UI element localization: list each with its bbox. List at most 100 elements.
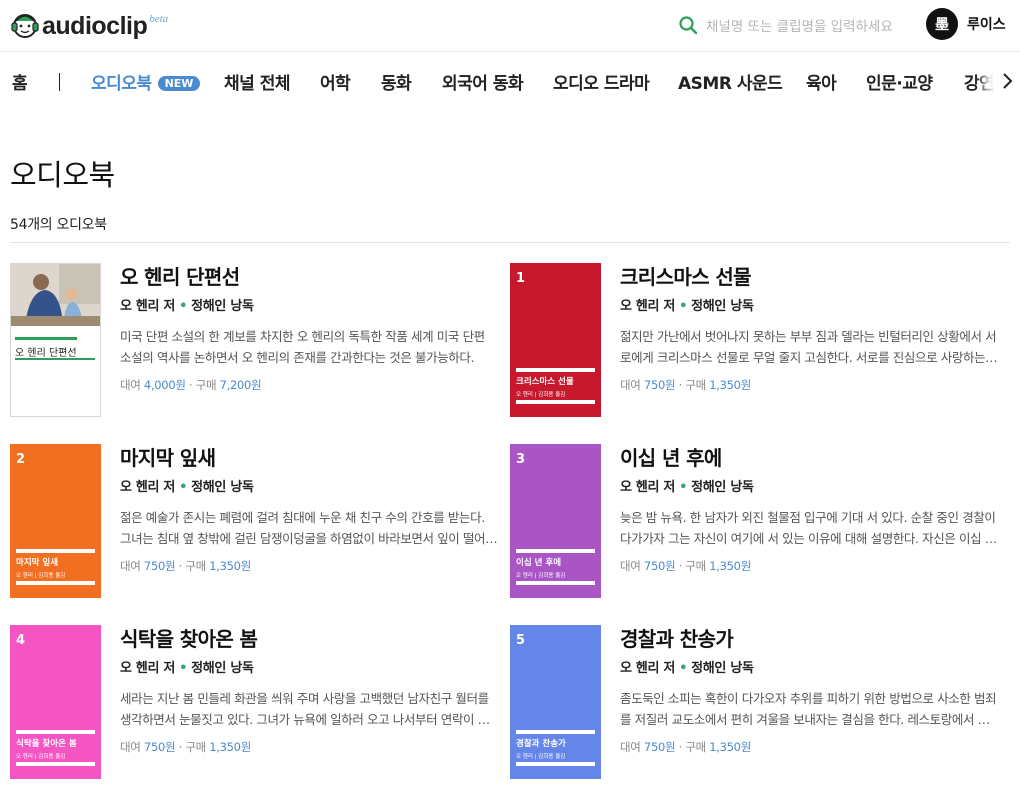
book-title[interactable]: 식탁을 찾아온 봄: [120, 625, 498, 653]
cover-bar: [516, 581, 595, 585]
rent-price: 750원: [643, 740, 676, 754]
buy-price: 1,350원: [209, 740, 251, 754]
buy-price: 1,350원: [709, 740, 751, 754]
cover-number: 2: [16, 452, 26, 467]
rent-price: 750원: [143, 559, 176, 573]
book-cover[interactable]: 1 크리스마스 선물 오 헨리 | 김희용 옮김: [510, 263, 601, 417]
cover-accent-bar: [15, 337, 77, 340]
separator-dot: •: [679, 480, 688, 495]
book-author: 오 헨리 저: [620, 299, 676, 314]
book-description: 세라는 지난 봄 민들레 화관을 씌워 주며 사랑을 고백했던 남자친구 월터를…: [120, 691, 489, 727]
nav-item-foreign-fairy-tale[interactable]: 외국어 동화: [442, 69, 524, 94]
book-credits: 오 헨리 저 • 정해인 낭독: [120, 476, 498, 495]
avatar[interactable]: 墨: [926, 8, 958, 40]
cover-accent-bar: [15, 358, 95, 360]
nav-item-language[interactable]: 어학: [320, 69, 351, 94]
audiobook-item[interactable]: 오 헨리 단편선 오 헨리 단편선 오 헨리 저 • 정해인 낭독 미국 단편 소설…: [10, 263, 500, 418]
book-description: 미국 단편 소설의 한 계보를 차지한 오 헨리의 독특한 작품 세계 미국 단…: [120, 329, 485, 365]
cover-number: 3: [516, 452, 526, 467]
cover-bar: [16, 581, 95, 585]
cover-bar: [516, 400, 595, 404]
logo[interactable]: audioclip beta: [10, 6, 168, 46]
book-author: 오 헨리 저: [120, 480, 176, 495]
book-cover[interactable]: 5 경찰과 찬송가 오 헨리 | 김희용 옮김: [510, 625, 601, 779]
cover-title: 이십 년 후에: [516, 558, 562, 568]
buy-label: 구매: [195, 378, 217, 392]
book-narrator: 정해인 낭독: [691, 661, 754, 676]
buy-label: 구매: [685, 378, 706, 392]
search-box[interactable]: 채널명 또는 클립명을 입력하세요: [678, 11, 908, 39]
logo-beta: beta: [149, 13, 169, 25]
book-price: 대여 750원 · 구매 1,350원: [120, 559, 251, 573]
book-narrator: 정해인 낭독: [691, 299, 754, 314]
book-title[interactable]: 경찰과 찬송가: [620, 625, 998, 653]
book-price: 대여 4,000원 · 구매 7,200원: [120, 378, 262, 392]
book-price: 대여 750원 · 구매 1,350원: [620, 740, 751, 754]
cover-subtitle: 오 헨리 | 김희용 옮김: [16, 754, 66, 760]
cover-bar: [516, 730, 595, 734]
cover-illustration-icon: [11, 264, 100, 326]
separator-dot: •: [679, 661, 688, 676]
rent-label: 대여: [120, 740, 141, 754]
book-cover[interactable]: 2 마지막 잎새 오 헨리 | 김희용 옮김: [10, 444, 101, 598]
user-menu[interactable]: 墨 루이스: [926, 8, 1006, 40]
cover-number: 1: [516, 271, 526, 286]
book-description: 젊지만 가난에서 벗어나지 못하는 부부 짐과 델라는 빈털터리인 상황에서 서…: [620, 329, 997, 365]
new-badge: NEW: [157, 76, 201, 91]
book-credits: 오 헨리 저 • 정해인 낭독: [620, 657, 998, 676]
audiobook-item[interactable]: 5 경찰과 찬송가 오 헨리 | 김희용 옮김 경찰과 찬송가 오 헨리 저 • 정…: [510, 625, 1000, 780]
nav-item-fairy-tale[interactable]: 동화: [381, 69, 412, 94]
user-name[interactable]: 루이스: [967, 14, 1006, 34]
nav-item-parenting[interactable]: 육아: [806, 69, 837, 94]
logo-text: audioclip: [42, 11, 148, 40]
nav-next-button[interactable]: [996, 67, 1018, 95]
cover-title: 식탁을 찾아온 봄: [16, 739, 77, 749]
book-info: 마지막 잎새 오 헨리 저 • 정해인 낭독 젊은 예술가 존시는 폐렴에 걸려 침…: [120, 444, 498, 574]
book-cover[interactable]: 3 이십 년 후에 오 헨리 | 김희용 옮김: [510, 444, 601, 598]
nav-item-lecture[interactable]: 강연: [964, 69, 995, 94]
audiobook-item[interactable]: 2 마지막 잎새 오 헨리 | 김희용 옮김 마지막 잎새 오 헨리 저 • 정해인…: [10, 444, 500, 599]
header: audioclip beta 채널명 또는 클립명을 입력하세요 墨 루이스: [0, 0, 1020, 52]
book-credits: 오 헨리 저 • 정해인 낭독: [620, 295, 998, 314]
audiobook-item[interactable]: 4 식탁을 찾아온 봄 오 헨리 | 김희용 옮김 식탁을 찾아온 봄 오 헨리…: [10, 625, 500, 780]
book-title[interactable]: 오 헨리 단편선: [120, 263, 498, 291]
nav-item-audio-drama[interactable]: 오디오 드라마: [553, 69, 650, 94]
book-narrator: 정해인 낭독: [191, 299, 254, 314]
nav-item-asmr[interactable]: ASMR 사운드: [678, 69, 783, 94]
separator-dot: •: [679, 299, 688, 314]
book-cover[interactable]: 오 헨리 단편선: [10, 263, 101, 417]
search-input[interactable]: 채널명 또는 클립명을 입력하세요: [706, 15, 893, 35]
audiobook-item[interactable]: 1 크리스마스 선물 오 헨리 | 김희용 옮김 크리스마스 선물 오 헨리 저…: [510, 263, 1000, 418]
result-count: 54개의 오디오북: [10, 217, 107, 233]
audiobook-item[interactable]: 3 이십 년 후에 오 헨리 | 김희용 옮김 이십 년 후에 오 헨리 저 • 정…: [510, 444, 1000, 599]
rent-price: 750원: [143, 740, 176, 754]
category-nav: 홈 오디오북 NEW 채널 전체 어학 동화 외국어 동화 오디오 드라마 ASM…: [0, 53, 1020, 109]
book-narrator: 정해인 낭독: [691, 480, 754, 495]
rent-price: 750원: [643, 559, 676, 573]
book-info: 크리스마스 선물 오 헨리 저 • 정해인 낭독 젊지만 가난에서 벗어나지 못하는…: [620, 263, 998, 393]
rent-price: 4,000원: [143, 378, 186, 392]
rent-label: 대여: [120, 378, 141, 392]
nav-item-audiobook[interactable]: 오디오북 NEW: [91, 69, 201, 94]
separator-dot: •: [179, 480, 188, 495]
book-info: 식탁을 찾아온 봄 오 헨리 저 • 정해인 낭독 세라는 지난 봄 민들레 화관을…: [120, 625, 498, 755]
book-info: 경찰과 찬송가 오 헨리 저 • 정해인 낭독 좀도둑인 소피는 혹한이 다가오자 …: [620, 625, 998, 755]
nav-item-humanities[interactable]: 인문·교양: [866, 69, 933, 94]
book-info: 오 헨리 단편선 오 헨리 저 • 정해인 낭독 미국 단편 소설의 한 계보를 차…: [120, 263, 498, 393]
nav-item-all-channels[interactable]: 채널 전체: [224, 69, 290, 94]
book-title[interactable]: 마지막 잎새: [120, 444, 498, 472]
cover-bar: [516, 762, 595, 766]
book-title[interactable]: 이십 년 후에: [620, 444, 998, 472]
cover-title: 경찰과 찬송가: [516, 739, 566, 749]
cover-bar: [16, 549, 95, 553]
cover-subtitle: 오 헨리 | 김희용 옮김: [16, 573, 66, 579]
buy-price: 1,350원: [709, 378, 751, 392]
nav-item-home[interactable]: 홈: [12, 69, 28, 94]
book-cover[interactable]: 4 식탁을 찾아온 봄 오 헨리 | 김희용 옮김: [10, 625, 101, 779]
book-title[interactable]: 크리스마스 선물: [620, 263, 998, 291]
separator-dot: •: [179, 661, 188, 676]
buy-label: 구매: [185, 559, 206, 573]
cover-title: 오 헨리 단편선: [15, 348, 77, 359]
buy-label: 구매: [685, 559, 706, 573]
divider: [10, 242, 1010, 243]
